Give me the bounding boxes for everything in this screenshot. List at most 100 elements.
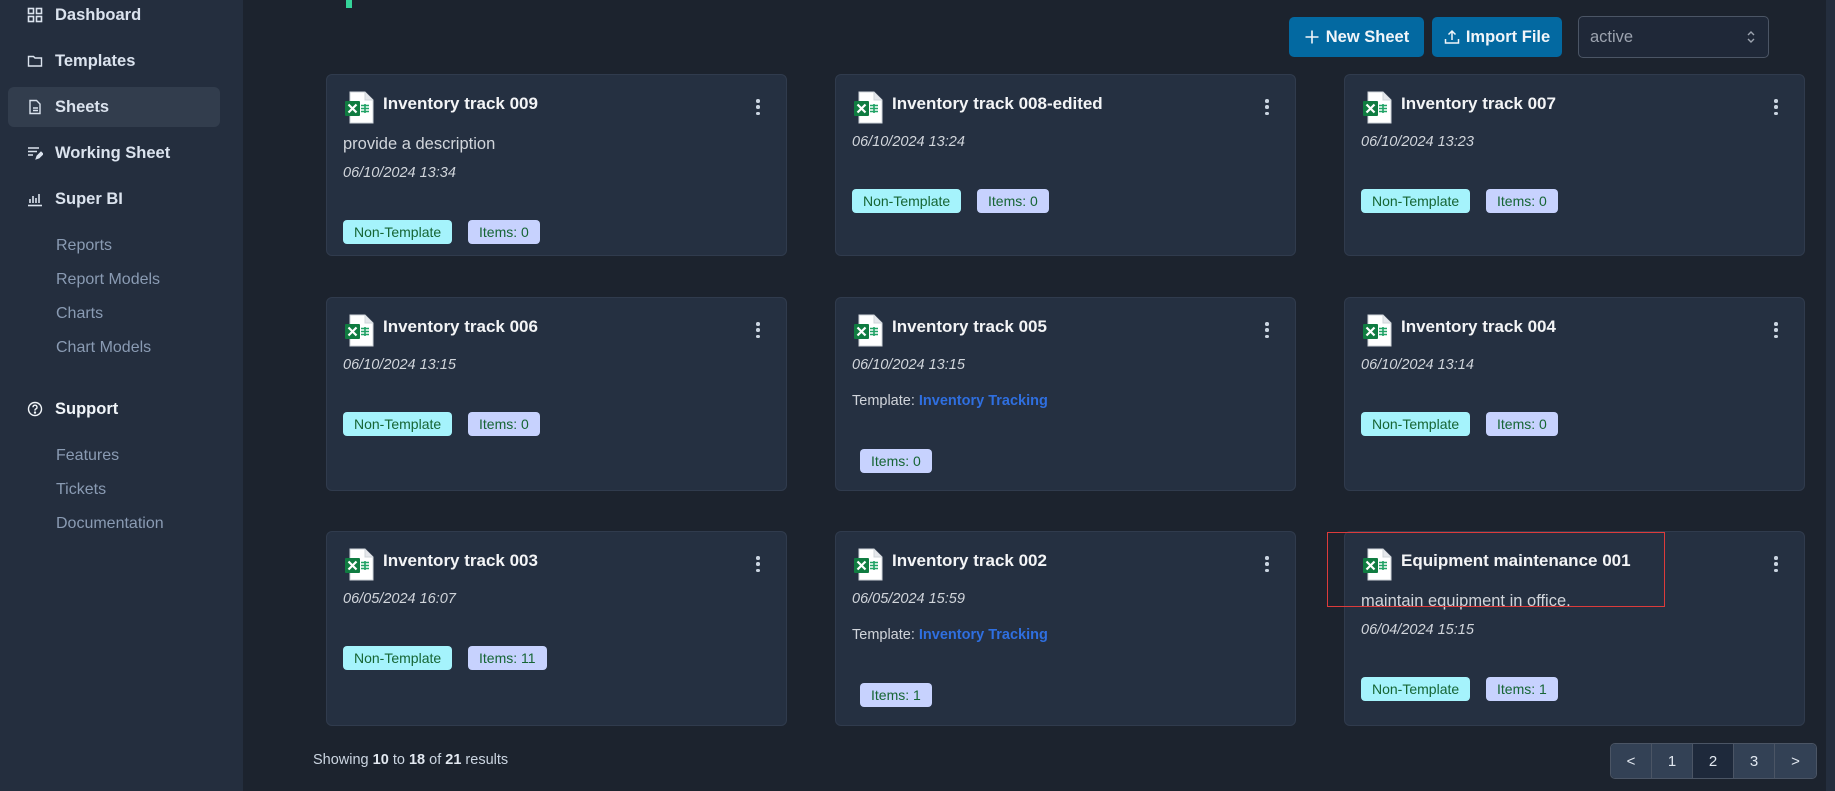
more-options-icon[interactable] [1770,97,1782,117]
sheet-title[interactable]: Inventory track 002 [892,551,1047,571]
sheet-card[interactable]: Inventory track 009 provide a description… [326,74,787,256]
sidebar-item-label: Support [55,399,119,418]
more-options-icon[interactable] [1261,554,1273,574]
more-options-icon[interactable] [1770,320,1782,340]
sidebar-item-dashboard[interactable]: Dashboard [8,0,220,35]
more-options-icon[interactable] [752,320,764,340]
excel-file-icon [1362,91,1392,124]
chevron-up-down-icon [1747,31,1755,43]
sheet-card[interactable]: Inventory track 006 06/10/2024 13:15 Non-T… [326,297,787,491]
more-options-icon[interactable] [1261,320,1273,340]
more-options-icon[interactable] [752,554,764,574]
excel-file-icon [344,91,374,124]
sidebar-item-super-bi[interactable]: Super BI [8,179,220,219]
sheet-title[interactable]: Equipment maintenance 001 [1401,551,1631,571]
pagination-page-3[interactable]: 3 [1734,744,1775,778]
sheet-title[interactable]: Inventory track 007 [1401,94,1556,114]
results-to: 18 [408,752,426,768]
sheet-title[interactable]: Inventory track 004 [1401,317,1556,337]
sidebar-subitem-tickets[interactable]: Tickets [56,481,106,499]
status-filter-value: active [1590,27,1634,46]
upload-icon [1444,29,1460,45]
sheet-date: 06/10/2024 13:34 [343,165,456,181]
pagination-next-button[interactable]: > [1775,744,1816,778]
sheet-title[interactable]: Inventory track 006 [383,317,538,337]
items-count-badge: Items: 0 [468,412,540,436]
import-file-label: Import File [1465,27,1551,46]
pagination-page-1[interactable]: 1 [1652,744,1693,778]
non-template-badge: Non-Template [852,189,962,213]
sheet-title[interactable]: Inventory track 009 [383,94,538,114]
status-filter-select[interactable]: active [1578,16,1769,58]
sheet-card[interactable]: Inventory track 008-edited 06/10/2024 13:… [835,74,1296,256]
pagination: < 1 2 3 > [1610,743,1817,779]
sheet-card[interactable]: Inventory track 002 06/05/2024 15:59 Templ… [835,531,1296,726]
sheet-card[interactable]: Equipment maintenance 001 maintain equipm… [1344,531,1805,726]
template-link[interactable]: Inventory Tracking [919,627,1048,643]
items-count-badge: Items: 0 [1486,189,1558,213]
sheet-date: 06/05/2024 16:07 [343,591,456,607]
sheet-date: 06/05/2024 15:59 [852,591,965,607]
more-options-icon[interactable] [1261,97,1273,117]
template-reference: Template: Inventory Tracking [852,393,1048,409]
items-count-badge: Items: 0 [1486,412,1558,436]
template-link[interactable]: Inventory Tracking [919,393,1048,409]
items-count-badge: Items: 0 [860,449,932,473]
sheet-card[interactable]: Inventory track 003 06/05/2024 16:07 Non-T… [326,531,787,726]
sheet-title[interactable]: Inventory track 005 [892,317,1047,337]
pagination-prev-button[interactable]: < [1611,744,1652,778]
sidebar-item-label: Dashboard [55,5,142,24]
sheet-title[interactable]: Inventory track 008-edited [892,94,1103,114]
sidebar-item-support[interactable]: Support [8,389,220,429]
non-template-badge: Non-Template [1361,677,1471,701]
sheet-date: 06/10/2024 13:23 [1361,134,1474,150]
help-circle-icon [26,400,44,418]
import-file-button[interactable]: Import File [1432,17,1562,57]
excel-file-icon [1362,314,1392,347]
results-from: 10 [372,752,389,768]
sidebar-item-working-sheet[interactable]: Working Sheet [8,133,220,173]
sidebar-item-label: Working Sheet [55,143,171,162]
grid-icon [26,6,44,24]
sheet-card[interactable]: Inventory track 005 06/10/2024 13:15 Templ… [835,297,1296,491]
sidebar-item-templates[interactable]: Templates [8,41,220,81]
sheet-card[interactable]: Inventory track 004 06/10/2024 13:14 Non-T… [1344,297,1805,491]
excel-file-icon [1362,548,1392,581]
sheet-date: 06/10/2024 13:24 [852,134,965,150]
sidebar-divider [243,0,247,791]
pagination-page-2[interactable]: 2 [1693,744,1734,778]
scrollbar-track[interactable] [1826,0,1835,791]
sidebar-item-sheets[interactable]: Sheets [8,87,220,127]
non-template-badge: Non-Template [343,646,453,670]
non-template-badge: Non-Template [343,220,453,244]
sidebar-item-label: Templates [55,51,136,70]
document-icon [26,98,44,116]
sidebar-subitem-documentation[interactable]: Documentation [56,515,164,533]
items-count-badge: Items: 0 [468,220,540,244]
sheet-date: 06/10/2024 13:15 [852,357,965,373]
sidebar-subitem-chart-models[interactable]: Chart Models [56,339,151,357]
items-count-badge: Items: 11 [468,646,547,670]
new-sheet-button[interactable]: New Sheet [1289,17,1424,57]
sheet-date: 06/04/2024 15:15 [1361,622,1474,638]
sidebar-subitem-report-models[interactable]: Report Models [56,271,160,289]
excel-file-icon [853,314,883,347]
template-reference: Template: Inventory Tracking [852,627,1048,643]
sidebar-subitem-charts[interactable]: Charts [56,305,103,323]
progress-accent [346,0,352,8]
non-template-badge: Non-Template [343,412,453,436]
more-options-icon[interactable] [752,97,764,117]
sidebar-subitem-features[interactable]: Features [56,447,119,465]
excel-file-icon [853,91,883,124]
sidebar-subitem-reports[interactable]: Reports [56,237,112,255]
non-template-badge: Non-Template [1361,412,1471,436]
sidebar-item-label: Super BI [55,189,123,208]
list-edit-icon [26,144,44,162]
sheet-date: 06/10/2024 13:15 [343,357,456,373]
sheet-title[interactable]: Inventory track 003 [383,551,538,571]
more-options-icon[interactable] [1770,554,1782,574]
items-count-badge: Items: 1 [1486,677,1558,701]
sidebar: Dashboard Templates Sheets Working Sheet… [0,0,243,791]
items-count-badge: Items: 1 [860,683,932,707]
sheet-card[interactable]: Inventory track 007 06/10/2024 13:23 Non-T… [1344,74,1805,256]
